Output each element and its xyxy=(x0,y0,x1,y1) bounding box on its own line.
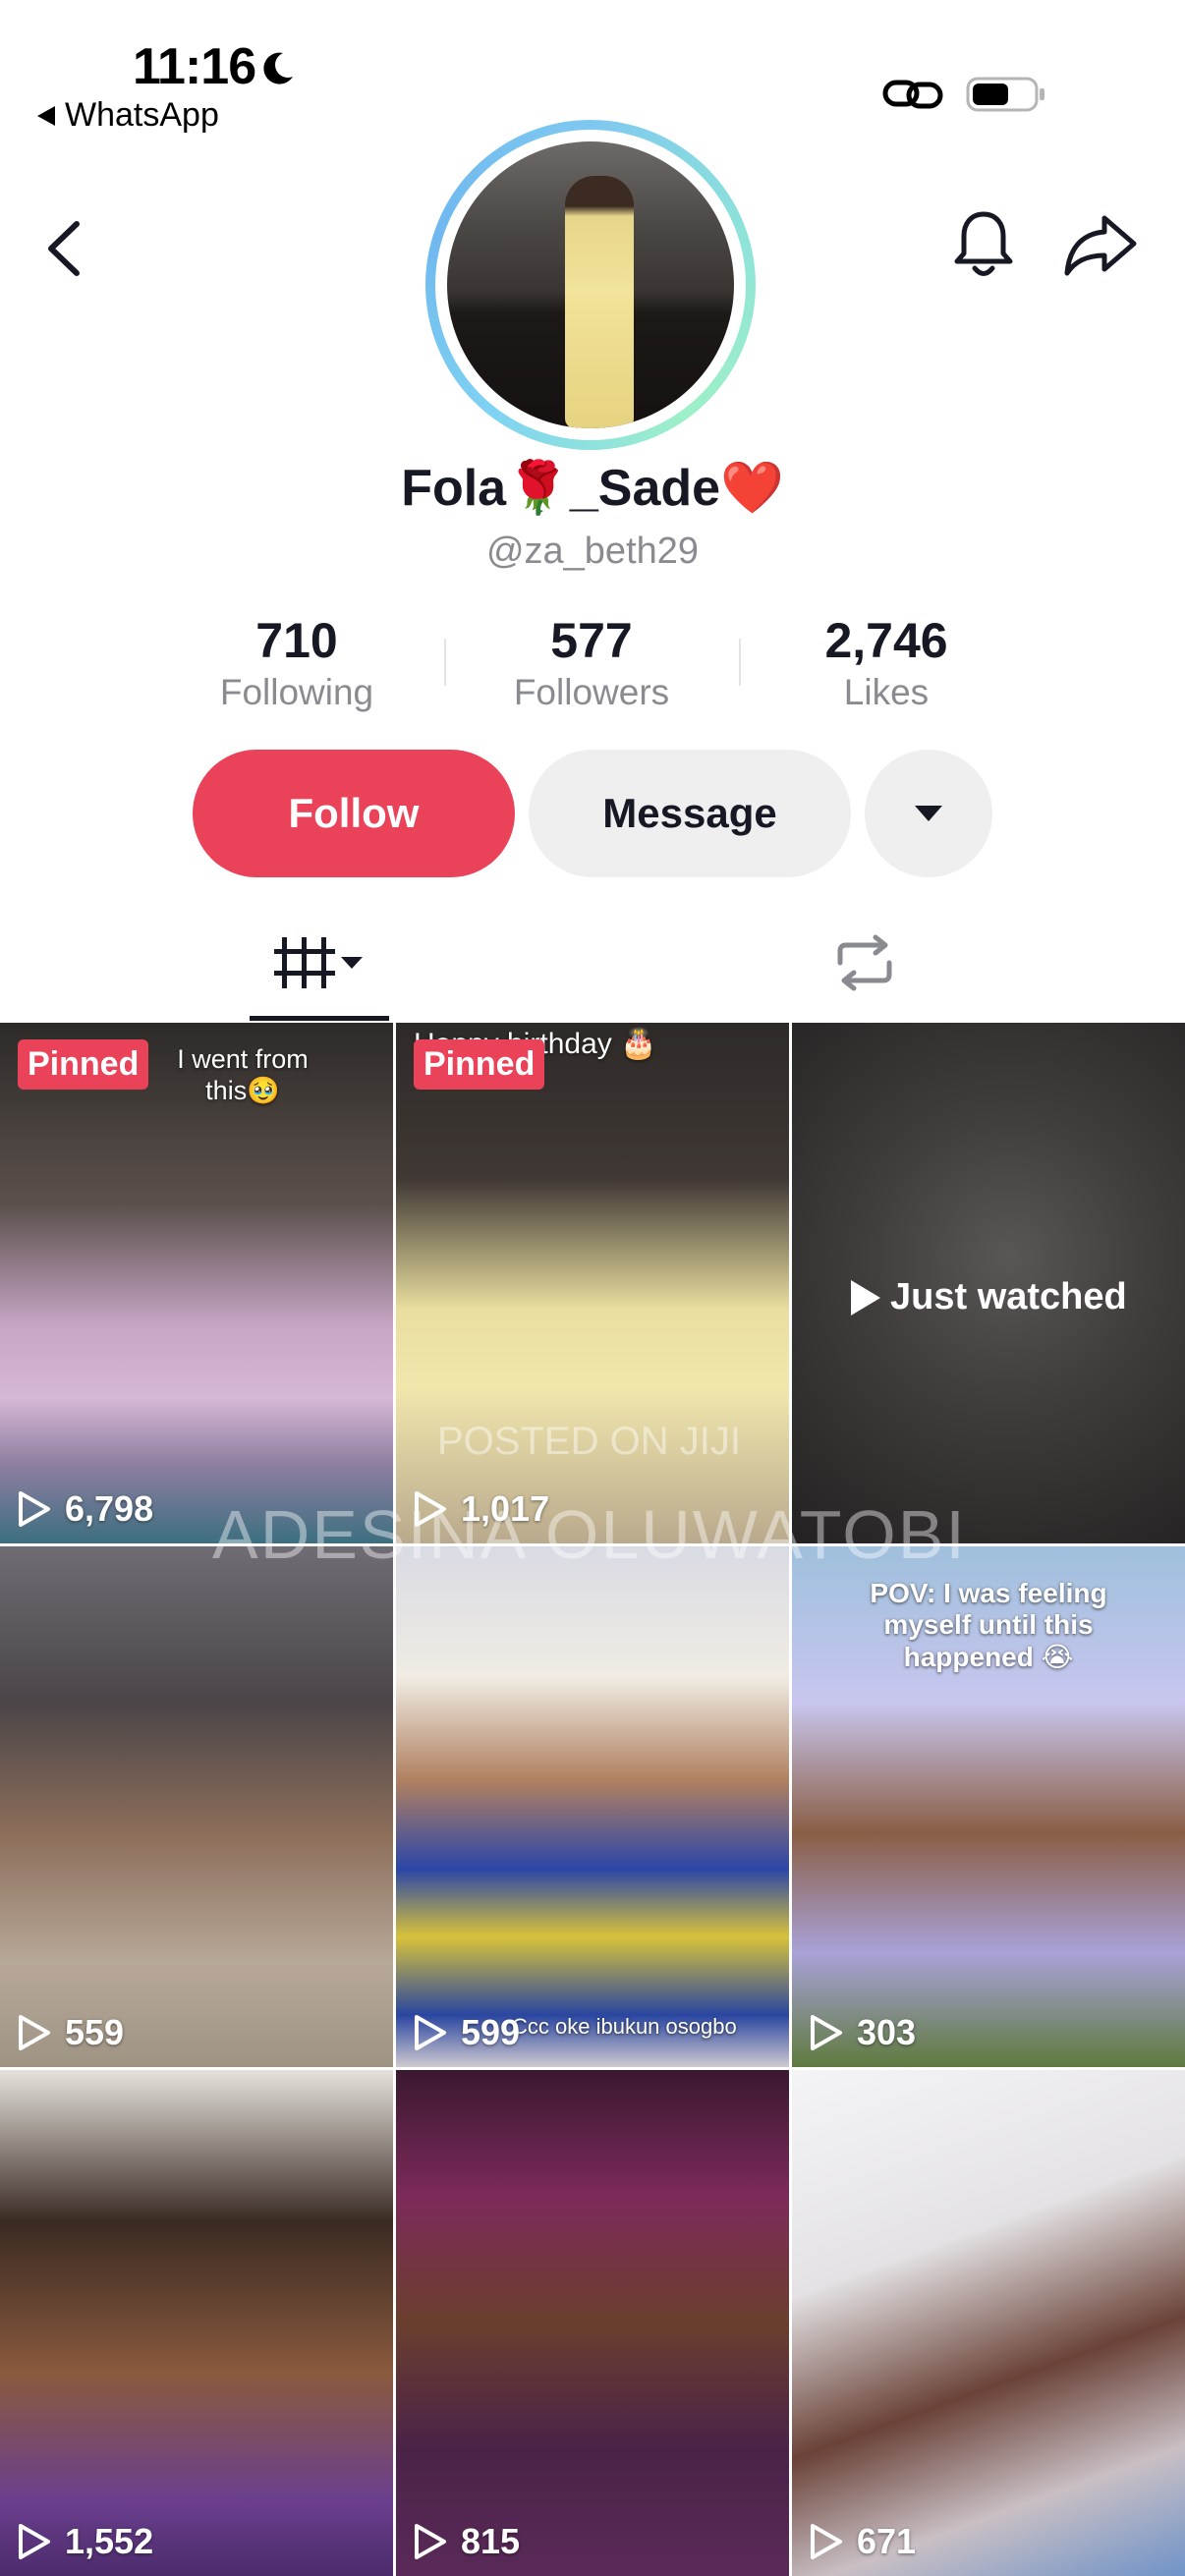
share-icon[interactable] xyxy=(1063,212,1138,277)
play-icon xyxy=(19,2015,50,2050)
play-icon xyxy=(811,2015,842,2050)
back-app-label: WhatsApp xyxy=(65,96,219,134)
reposts-icon[interactable] xyxy=(830,933,899,992)
video-caption: POV: I was feeling myself until this hap… xyxy=(870,1578,1107,1672)
video-thumbnail[interactable]: POV: I was feeling myself until this hap… xyxy=(792,1546,1185,2067)
stat-following[interactable]: 710 Following xyxy=(149,611,444,715)
view-count: 1,552 xyxy=(16,2521,153,2562)
view-count-value: 6,798 xyxy=(65,1488,154,1529)
view-count-value: 671 xyxy=(857,2521,917,2561)
stat-following-label: Following xyxy=(219,672,374,712)
just-watched-label: Just watched xyxy=(851,1276,1127,1318)
chevron-down-icon xyxy=(915,806,942,821)
play-icon xyxy=(19,2524,50,2559)
avatar[interactable] xyxy=(425,120,756,450)
play-icon xyxy=(851,1279,880,1316)
view-count-value: 1,017 xyxy=(461,1488,550,1529)
back-to-whatsapp[interactable]: WhatsApp xyxy=(37,96,219,135)
view-count-value: 1,552 xyxy=(65,2521,154,2561)
play-icon xyxy=(415,2524,446,2559)
video-thumbnail[interactable]: 671 xyxy=(792,2070,1185,2576)
stat-likes-value: 2,746 xyxy=(824,613,948,668)
view-count: 1,017 xyxy=(412,1488,549,1530)
stat-followers-value: 577 xyxy=(550,613,633,668)
video-thumbnail[interactable]: Just watched xyxy=(792,1023,1185,1543)
video-thumbnail[interactable]: Pinned I went from this🥹 6,798 xyxy=(0,1023,393,1543)
video-caption: I went from this🥹 xyxy=(177,1044,309,1105)
chevron-left-icon[interactable] xyxy=(41,216,86,281)
stat-followers-label: Followers xyxy=(513,672,670,712)
link-icon xyxy=(882,80,943,109)
play-icon xyxy=(415,2015,446,2050)
view-count-value: 815 xyxy=(461,2521,521,2561)
view-count: 815 xyxy=(412,2521,520,2562)
username: @za_beth29 xyxy=(485,531,700,572)
video-thumbnail[interactable]: Happy birthday 🎂 Pinned POSTED ON JIJI 1… xyxy=(396,1023,789,1543)
tab-active-indicator xyxy=(250,1016,389,1021)
video-caption: Ccc oke ibukun osogbo xyxy=(512,2014,737,2039)
view-count: 671 xyxy=(808,2521,916,2562)
pinned-badge: Pinned xyxy=(414,1039,545,1090)
moon-icon xyxy=(263,52,293,84)
video-overlay-text: POSTED ON JIJI xyxy=(437,1420,741,1463)
view-count-value: 303 xyxy=(857,2012,917,2052)
stat-likes-label: Likes xyxy=(843,672,930,712)
play-icon xyxy=(19,1491,50,1527)
stat-following-value: 710 xyxy=(255,613,338,668)
view-count: 6,798 xyxy=(16,1488,153,1530)
stat-likes[interactable]: 2,746 Likes xyxy=(739,611,1034,715)
suggested-accounts-button[interactable] xyxy=(865,750,992,877)
video-thumbnail[interactable]: 815 xyxy=(396,2070,789,2576)
follow-button[interactable]: Follow xyxy=(193,750,515,877)
stat-followers[interactable]: 577 Followers xyxy=(444,611,739,715)
tab-videos[interactable] xyxy=(250,924,389,1002)
video-thumbnail[interactable]: Ccc oke ibukun osogbo 599 xyxy=(396,1546,789,2067)
view-count: 303 xyxy=(808,2012,916,2053)
videos-grid-icon xyxy=(274,937,363,988)
status-time: 11:16 xyxy=(133,38,256,95)
display-name: Fola🌹_Sade❤️ xyxy=(401,460,784,517)
view-count: 599 xyxy=(412,2012,520,2053)
pinned-badge: Pinned xyxy=(18,1039,149,1090)
play-icon xyxy=(415,1491,446,1527)
message-button[interactable]: Message xyxy=(529,750,851,877)
battery-icon xyxy=(966,77,1044,112)
play-icon xyxy=(811,2524,842,2559)
video-thumbnail[interactable]: 1,552 xyxy=(0,2070,393,2576)
video-thumbnail[interactable]: 559 xyxy=(0,1546,393,2067)
view-count: 559 xyxy=(16,2012,124,2053)
view-count-value: 559 xyxy=(65,2012,125,2052)
bell-icon[interactable] xyxy=(951,206,1016,281)
avatar-photo xyxy=(447,141,734,428)
just-watched-text: Just watched xyxy=(890,1276,1127,1317)
view-count-value: 599 xyxy=(461,2012,521,2052)
back-triangle-icon xyxy=(37,105,55,126)
